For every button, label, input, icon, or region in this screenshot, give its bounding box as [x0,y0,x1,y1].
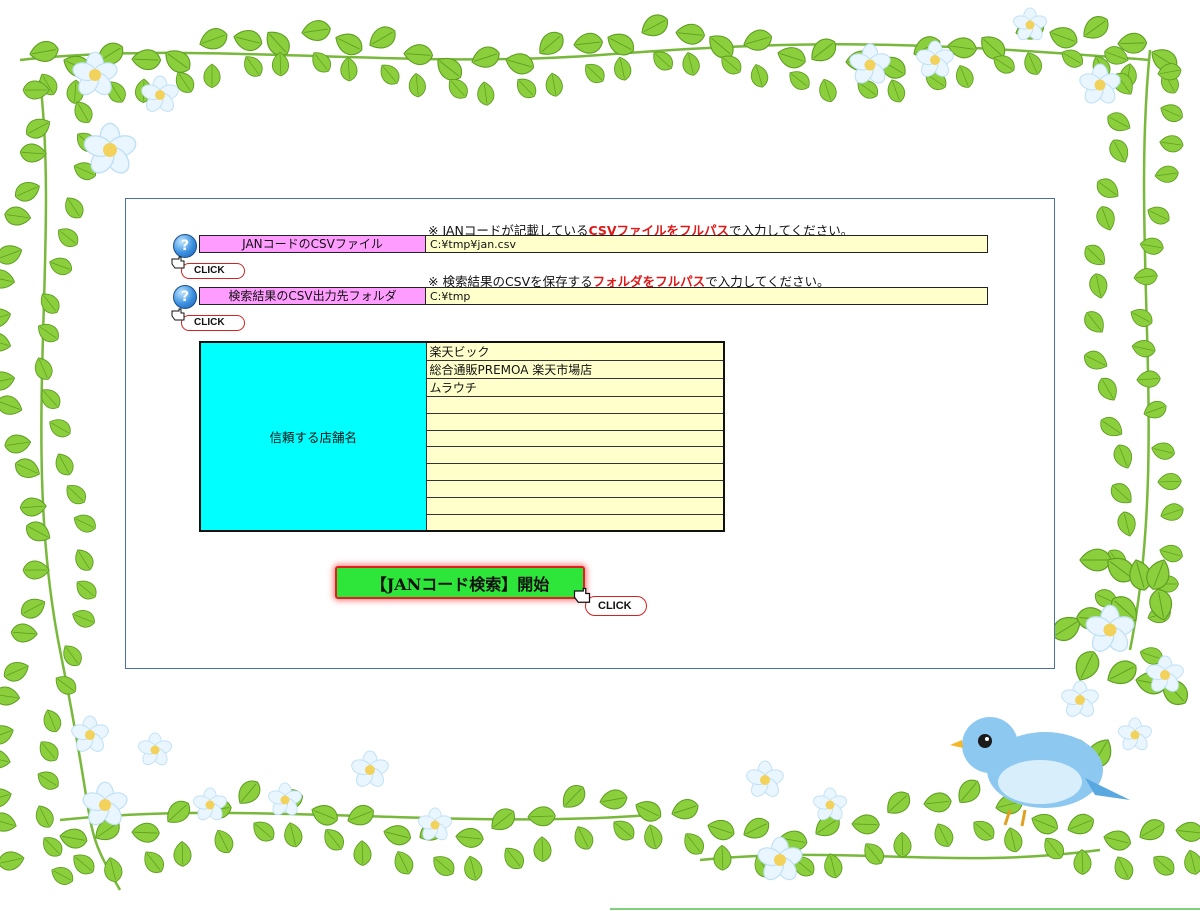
trusted-shops-table: 信頼する店舗名 楽天ビック 総合通販PREMOA 楽天市場店 ムラウチ [199,341,725,532]
pointing-hand-icon [171,308,185,321]
start-jan-search-button[interactable]: 【JANコード検索】開始 [335,566,585,599]
jan-click-label: CLICK [194,265,225,276]
table-row: 信頼する店舗名 楽天ビック [199,341,725,532]
shop-cell[interactable] [425,396,725,414]
shop-cell[interactable] [425,446,725,465]
shop-cell[interactable] [425,429,725,448]
jan-click-badge[interactable]: CLICK [171,256,245,279]
form-panel: ※ JANコードが記載しているCSVファイルをフルパスで入力してください。 ? … [125,198,1055,669]
pointing-hand-icon [171,256,185,269]
shop-cell[interactable] [425,496,725,515]
output-help-icon[interactable]: ? [173,285,197,309]
trusted-shops-label: 信頼する店舗名 [199,341,427,532]
output-folder-label: 検索結果のCSV出力先フォルダ [199,287,426,305]
shop-cell[interactable] [425,513,725,532]
jan-file-label: JANコードのCSVファイル [199,235,426,253]
bluebird-illustration [950,717,1130,827]
jan-file-input[interactable] [425,235,988,253]
start-click-label: CLICK [598,600,632,612]
shop-cell[interactable] [425,463,725,481]
output-click-label: CLICK [194,317,225,328]
output-folder-input[interactable] [425,287,988,305]
output-click-badge[interactable]: CLICK [171,308,245,331]
shop-cell[interactable] [425,412,725,431]
shop-cell[interactable]: ムラウチ [425,378,725,397]
start-click-badge[interactable]: CLICK [573,587,647,616]
pointing-hand-icon [573,587,591,603]
shop-cell[interactable]: 楽天ビック [425,341,725,361]
shop-cell[interactable] [425,479,725,498]
jan-help-icon[interactable]: ? [173,234,197,258]
shop-cell[interactable]: 総合通販PREMOA 楽天市場店 [425,360,725,379]
